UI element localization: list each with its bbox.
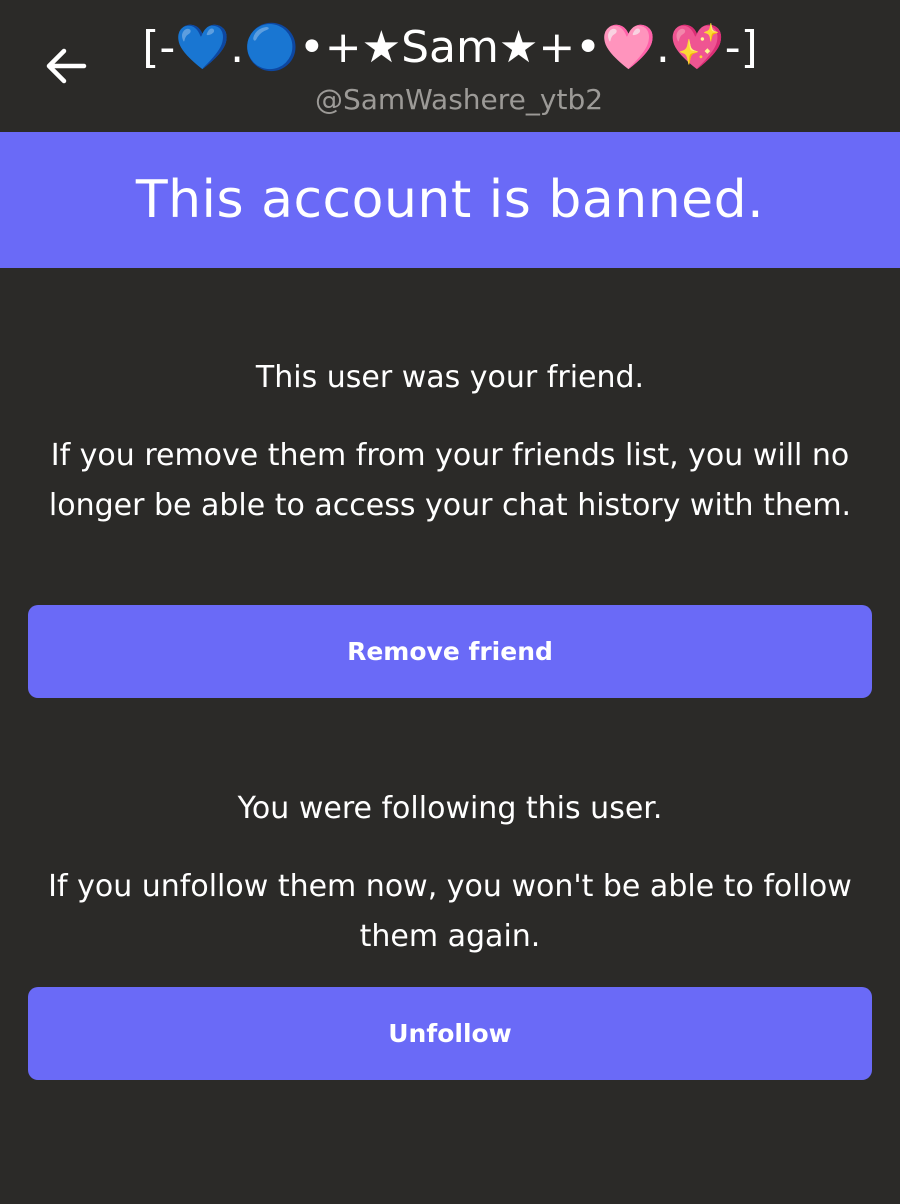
- profile-username: @SamWashere_ytb2: [314, 83, 604, 116]
- follow-status-heading: You were following this user.: [237, 791, 663, 826]
- unfollow-warning: If you unfollow them now, you won't be a…: [48, 869, 852, 954]
- banned-banner: This account is banned.: [0, 132, 900, 268]
- top-bar: [-💙.🔵•+★Sam★+•🩷.💖-] @SamWashere_ytb2: [0, 0, 900, 132]
- friend-status-heading: This user was your friend.: [255, 360, 645, 395]
- friend-removal-warning: If you remove them from your friends lis…: [48, 438, 852, 523]
- banned-banner-text: This account is banned.: [135, 170, 765, 230]
- profile-display-name: [-💙.🔵•+★Sam★+•🩷.💖-]: [142, 22, 758, 73]
- remove-friend-button[interactable]: Remove friend: [28, 605, 872, 698]
- unfollow-button[interactable]: Unfollow: [28, 987, 872, 1080]
